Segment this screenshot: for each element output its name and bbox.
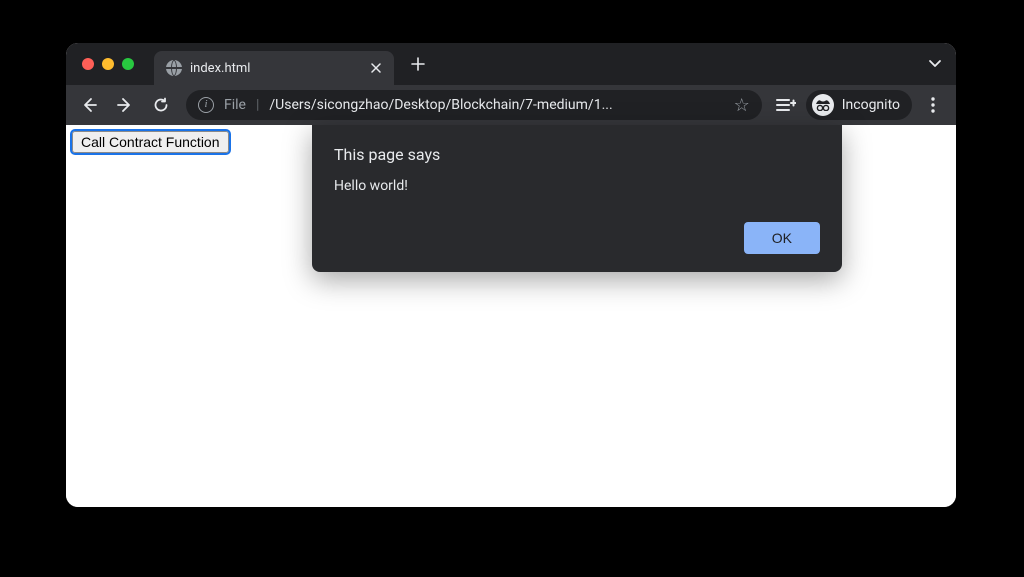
alert-message: Hello world! — [334, 178, 820, 194]
forward-button[interactable] — [110, 90, 140, 120]
site-info-icon[interactable] — [198, 97, 214, 113]
tabs-dropdown-button[interactable] — [928, 55, 942, 74]
tab-bar: index.html — [66, 43, 956, 85]
close-window-button[interactable] — [82, 58, 94, 70]
back-button[interactable] — [74, 90, 104, 120]
js-alert-dialog: This page says Hello world! OK — [312, 125, 842, 272]
minimize-window-button[interactable] — [102, 58, 114, 70]
incognito-indicator[interactable]: Incognito — [806, 90, 912, 120]
url-separator: | — [256, 97, 259, 113]
alert-title: This page says — [334, 145, 820, 164]
bookmark-star-icon[interactable]: ☆ — [734, 95, 750, 116]
incognito-label: Incognito — [842, 97, 900, 113]
alert-ok-button[interactable]: OK — [744, 222, 820, 254]
reload-button[interactable] — [146, 90, 176, 120]
call-contract-button[interactable]: Call Contract Function — [72, 131, 229, 153]
incognito-icon — [812, 94, 834, 116]
new-tab-button[interactable] — [404, 50, 432, 78]
close-tab-button[interactable] — [368, 60, 384, 76]
tab-title: index.html — [190, 61, 360, 76]
globe-icon — [166, 60, 182, 76]
browser-window: index.html File | /Users/sicongzhao/Desk… — [66, 43, 956, 507]
url-scheme-label: File — [224, 97, 246, 113]
address-bar[interactable]: File | /Users/sicongzhao/Desktop/Blockch… — [186, 90, 762, 120]
url-path: /Users/sicongzhao/Desktop/Blockchain/7-m… — [269, 97, 723, 113]
toolbar: File | /Users/sicongzhao/Desktop/Blockch… — [66, 85, 956, 125]
maximize-window-button[interactable] — [122, 58, 134, 70]
browser-tab[interactable]: index.html — [154, 51, 394, 85]
alert-actions: OK — [334, 222, 820, 254]
browser-menu-button[interactable] — [918, 90, 948, 120]
reading-list-icon[interactable] — [772, 96, 800, 114]
window-controls — [66, 58, 154, 70]
